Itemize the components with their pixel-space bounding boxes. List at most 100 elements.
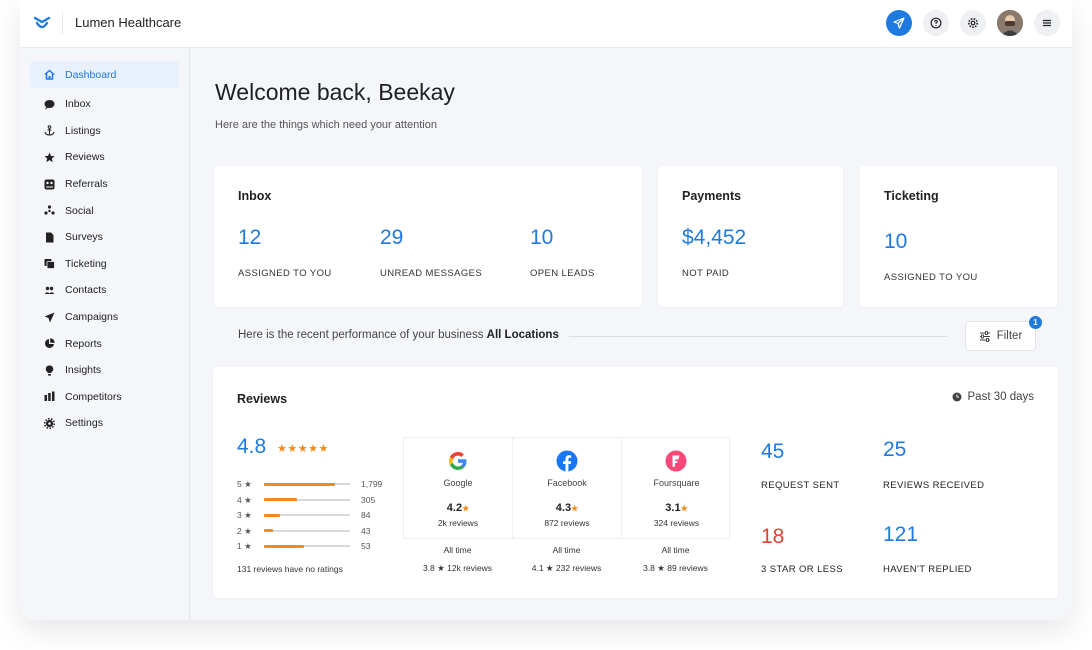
sidebar-item-label: Reports <box>65 337 102 350</box>
sidebar-item-dashboard[interactable]: Dashboard <box>30 61 179 88</box>
top-bar: Lumen Healthcare <box>20 0 1072 48</box>
settings-button[interactable] <box>960 10 986 36</box>
rating-row-count: 43 <box>361 525 371 536</box>
rating-bar-fill <box>264 498 297 501</box>
topbar-actions <box>886 10 1060 36</box>
rating-bar-fill <box>264 513 281 517</box>
rating-bar-track <box>264 544 350 548</box>
sidebar-item-label: Ticketing <box>65 257 107 270</box>
sidebar-item-settings[interactable]: Settings <box>30 410 179 437</box>
rating-row-count: 53 <box>361 541 371 551</box>
send-button[interactable] <box>886 10 912 36</box>
foursquare-all-time-label: All time <box>661 545 690 555</box>
performance-text: Here is the recent performance of your b… <box>238 329 559 341</box>
social-icon <box>44 205 55 216</box>
sidebar-item-label: Campaigns <box>65 311 119 324</box>
star-icon: ★ <box>462 504 470 513</box>
rating-bar-fill <box>264 529 273 532</box>
rating-row-4[interactable]: 4 ★ 305 <box>237 493 387 507</box>
average-rating: 4.8 <box>237 435 267 458</box>
menu-button[interactable] <box>1034 10 1060 36</box>
rating-bar-fill <box>264 544 304 548</box>
assigned-count[interactable]: 12 <box>238 226 261 250</box>
unread-count[interactable]: 29 <box>380 226 403 250</box>
source-google[interactable]: Google 4.2★ 2k reviews <box>404 438 513 538</box>
chat-icon <box>44 99 55 110</box>
rating-bar-track <box>264 498 350 501</box>
low-rating-label: 3 STAR OR LESS <box>761 564 843 575</box>
sidebar-item-label: Listings <box>65 124 101 137</box>
help-icon <box>930 17 942 29</box>
source-rating: 4.3★ <box>513 502 621 514</box>
sidebar-item-label: Contacts <box>65 284 107 297</box>
rating-row-label: 3 ★ <box>237 510 252 520</box>
star-icon: ★ <box>571 504 579 513</box>
star-icon: ★ <box>680 504 688 513</box>
google-all-time-label: All time <box>443 545 472 555</box>
filter-button[interactable]: Filter <box>965 321 1036 351</box>
rating-row-1[interactable]: 1 ★ 53 <box>237 539 387 553</box>
period-selector[interactable]: Past 30 days <box>952 391 1034 403</box>
sidebar-item-social[interactable]: Social <box>30 197 179 224</box>
sidebar-item-ticketing[interactable]: Ticketing <box>30 251 179 278</box>
sidebar-item-referrals[interactable]: Referrals <box>30 171 179 198</box>
ticket-assigned-count[interactable]: 10 <box>884 230 907 254</box>
anchor-icon <box>44 125 55 136</box>
open-leads-count[interactable]: 10 <box>530 226 553 250</box>
rating-row-3[interactable]: 3 ★ 84 <box>237 508 387 522</box>
inbox-card[interactable]: Inbox 12 ASSIGNED TO YOU 29 UNREAD MESSA… <box>214 166 642 307</box>
menu-icon <box>1043 19 1051 27</box>
not-replied-label: HAVEN'T REPLIED <box>883 564 972 575</box>
document-icon <box>44 232 55 243</box>
bulb-icon <box>44 365 55 376</box>
page-subtitle: Here are the things which need your atte… <box>215 119 437 131</box>
rating-row-2[interactable]: 2 ★ 43 <box>237 524 387 538</box>
sidebar-item-reviews[interactable]: Reviews <box>30 144 179 171</box>
reviews-received-count[interactable]: 25 <box>883 438 906 462</box>
ticket-icon <box>44 258 55 270</box>
sidebar-item-inbox[interactable]: Inbox <box>30 91 179 118</box>
source-facebook[interactable]: Facebook 4.3★ 872 reviews <box>513 438 622 538</box>
sidebar-item-label: Settings <box>65 417 103 430</box>
send-icon <box>893 17 905 29</box>
google-icon <box>447 450 469 472</box>
rating-row-count: 84 <box>361 510 371 520</box>
location-selector[interactable]: All Locations <box>487 329 559 341</box>
sidebar-item-label: Dashboard <box>65 68 117 81</box>
avatar[interactable] <box>997 10 1023 36</box>
reviews-card: Reviews Past 30 days 4.8 ★★★★★ 5 ★ 1,799… <box>213 367 1058 598</box>
rating-row-5[interactable]: 5 ★ 1,799 <box>237 477 387 491</box>
request-sent-count[interactable]: 45 <box>761 440 784 464</box>
card-title: Ticketing <box>884 189 939 203</box>
settings-icon <box>968 18 978 28</box>
sidebar-item-contacts[interactable]: Contacts <box>30 277 179 304</box>
send-icon <box>44 312 55 323</box>
unread-label: UNREAD MESSAGES <box>380 268 483 279</box>
sidebar-item-campaigns[interactable]: Campaigns <box>30 304 179 331</box>
source-foursquare[interactable]: Foursquare 3.1★ 324 reviews <box>622 438 731 538</box>
sidebar-item-insights[interactable]: Insights <box>30 357 179 384</box>
not-replied-count[interactable]: 121 <box>883 523 918 547</box>
not-paid-amount[interactable]: $4,452 <box>682 226 746 250</box>
sidebar-item-surveys[interactable]: Surveys <box>30 224 179 251</box>
low-rating-count[interactable]: 18 <box>761 525 784 549</box>
source-rating-value: 4.3 <box>555 502 572 514</box>
ticketing-card[interactable]: Ticketing 10 ASSIGNED TO YOU <box>860 166 1057 307</box>
brand-logo-icon[interactable] <box>32 13 52 33</box>
sidebar: Dashboard Inbox Listings Reviews Referra… <box>20 48 190 620</box>
sidebar-item-competitors[interactable]: Competitors <box>30 384 179 411</box>
contacts-icon <box>44 285 55 296</box>
ticket-assigned-label: ASSIGNED TO YOU <box>884 272 978 283</box>
sidebar-item-label: Surveys <box>65 231 103 244</box>
foursquare-all-time: 3.8 ★ 89 reviews <box>643 563 708 573</box>
rating-bar-fill <box>264 482 336 486</box>
help-button[interactable] <box>923 10 949 36</box>
main-content: Welcome back, Beekay Here are the things… <box>191 48 1072 620</box>
performance-label: Here is the recent performance of your b… <box>238 329 484 341</box>
source-rating: 4.2★ <box>404 502 512 514</box>
sidebar-item-reports[interactable]: Reports <box>30 330 179 357</box>
sidebar-item-listings[interactable]: Listings <box>30 118 179 145</box>
payments-card[interactable]: Payments $4,452 NOT PAID <box>658 166 843 307</box>
divider <box>569 336 947 337</box>
review-sources: Google 4.2★ 2k reviews Facebook 4.3★ 872… <box>403 437 730 539</box>
